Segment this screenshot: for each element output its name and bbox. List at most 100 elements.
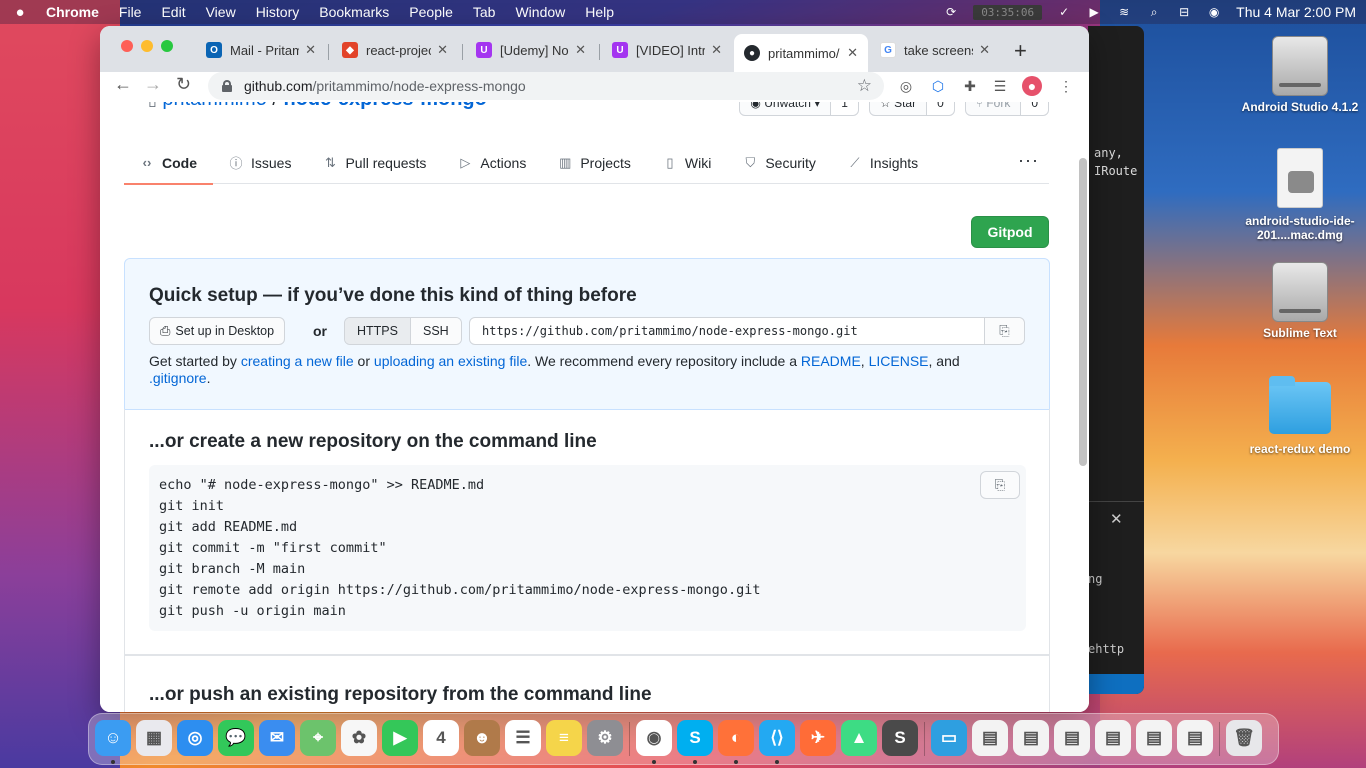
readme-link[interactable]: README [801, 353, 861, 369]
downloads-folder-icon[interactable]: ▭ [931, 720, 967, 756]
system-preferences-icon[interactable]: ⚙ [587, 720, 623, 756]
new-tab-button[interactable]: + [1014, 38, 1027, 64]
vscode-icon[interactable]: ⟨⟩ [759, 720, 795, 756]
page-scrollbar[interactable] [1079, 158, 1087, 466]
play-circle-icon[interactable]: ▶ [1086, 5, 1102, 19]
photos-icon[interactable]: ✿ [341, 720, 377, 756]
close-tab-icon[interactable]: ✕ [305, 42, 316, 58]
tab-pull-requests[interactable]: ⇅ Pull requests [307, 142, 442, 184]
menu-tab[interactable]: Tab [463, 4, 506, 20]
sync-icon[interactable]: ⟳ [943, 5, 959, 19]
close-tab-icon[interactable]: ✕ [847, 45, 858, 61]
browser-menu-icon[interactable]: ⋮ [1056, 76, 1076, 96]
maps-icon[interactable]: ⌖ [300, 720, 336, 756]
android-studio-icon[interactable]: ▲ [841, 720, 877, 756]
reload-icon[interactable]: ↻ [176, 74, 191, 95]
tab-security[interactable]: ⛉ Security [727, 142, 832, 184]
menu-history[interactable]: History [246, 4, 310, 20]
profile-avatar[interactable]: ● [1022, 76, 1042, 96]
menu-help[interactable]: Help [575, 4, 624, 20]
menu-bar-clock[interactable]: Thu 4 Mar 2:00 PM [1236, 4, 1356, 20]
media-queue-icon[interactable]: ☰ [990, 76, 1010, 96]
zoom-window-button[interactable] [161, 40, 173, 52]
unwatch-button[interactable]: ◉ Unwatch ▾ 1 [739, 102, 859, 116]
command-line-code-block[interactable]: echo "# node-express-mongo" >> README.md… [149, 465, 1026, 631]
extension-radar-icon[interactable]: ◎ [896, 76, 916, 96]
minimize-window-button[interactable] [141, 40, 153, 52]
ssh-toggle-button[interactable]: SSH [410, 318, 461, 344]
control-center-icon[interactable]: ⊟ [1176, 5, 1192, 19]
calendar-icon[interactable]: 4 [423, 720, 459, 756]
screenshot-thumb-2-icon[interactable]: ▤ [1013, 720, 1049, 756]
trash-icon[interactable]: 🗑 [1226, 720, 1262, 756]
close-panel-icon[interactable]: ✕ [1110, 510, 1123, 528]
firefox-icon[interactable]: ◐ [718, 720, 754, 756]
menu-bookmarks[interactable]: Bookmarks [309, 4, 399, 20]
tab-insights[interactable]: ⟋ Insights [832, 142, 934, 184]
safari-icon[interactable]: ◎ [177, 720, 213, 756]
command-line-code[interactable]: echo "# node-express-mongo" >> README.md… [159, 477, 760, 619]
clipboard-copy-icon[interactable]: ⎘ [984, 318, 1024, 344]
menu-app-name[interactable]: Chrome [40, 4, 109, 20]
menu-file[interactable]: File [109, 4, 152, 20]
gitpod-button[interactable]: Gitpod [971, 216, 1049, 248]
checkmark-icon[interactable]: ✓ [1056, 5, 1072, 19]
sublime-icon[interactable]: S [882, 720, 918, 756]
repo-name-link[interactable]: node-express-mongo [284, 102, 487, 110]
screenshot-thumb-4-icon[interactable]: ▤ [1095, 720, 1131, 756]
lock-icon[interactable] [222, 80, 232, 92]
close-window-button[interactable] [121, 40, 133, 52]
notes-icon[interactable]: ≡ [546, 720, 582, 756]
screenshot-thumb-5-icon[interactable]: ▤ [1136, 720, 1172, 756]
menu-window[interactable]: Window [505, 4, 575, 20]
desktop-icon-sublime-text[interactable]: Sublime Text [1240, 262, 1360, 340]
tab-code[interactable]: ‹› Code [124, 142, 213, 185]
forward-arrow-icon[interactable]: → [144, 74, 162, 95]
desktop-icon-android-studio[interactable]: Android Studio 4.1.2 [1240, 36, 1360, 114]
screenshot-thumb-6-icon[interactable]: ▤ [1177, 720, 1213, 756]
wifi-icon[interactable]: ≋ [1116, 5, 1132, 19]
tab-wiki[interactable]: ▯ Wiki [647, 142, 727, 184]
spotlight-search-icon[interactable]: ⌕ [1146, 5, 1162, 19]
repo-owner-link[interactable]: pritammimo [162, 102, 266, 110]
fork-button[interactable]: ⑂ Fork 0 [964, 102, 1049, 116]
desktop-icon-android-dmg[interactable]: android-studio-ide-201....mac.dmg [1240, 148, 1360, 242]
tab-actions[interactable]: ▷ Actions [442, 142, 542, 184]
tab-projects[interactable]: ▥ Projects [542, 142, 647, 184]
screenshot-thumb-1-icon[interactable]: ▤ [972, 720, 1008, 756]
contacts-icon[interactable]: ☻ [464, 720, 500, 756]
back-arrow-icon[interactable]: ← [114, 74, 132, 95]
uploading-existing-file-link[interactable]: uploading an existing file [374, 353, 527, 369]
star-button[interactable]: ☆ Star 0 [868, 102, 955, 116]
setup-in-desktop-button[interactable]: ⎙ Set up in Desktop [149, 317, 286, 345]
tab-issues[interactable]: ⓘ Issues [213, 142, 307, 184]
menu-view[interactable]: View [196, 4, 246, 20]
clone-url-text[interactable]: https://github.com/pritammimo/node-expre… [470, 324, 984, 338]
finder-icon[interactable]: ☺ [95, 720, 131, 756]
launchpad-icon[interactable]: ▦ [136, 720, 172, 756]
apple-menu-icon[interactable]: ● [0, 4, 40, 21]
creating-new-file-link[interactable]: creating a new file [241, 353, 354, 369]
extension-cube-icon[interactable]: ⬡ [928, 76, 948, 96]
close-tab-icon[interactable]: ✕ [711, 42, 722, 58]
tab-mail[interactable]: O Mail - Pritam ✕ [196, 36, 326, 64]
chrome-icon[interactable]: ◉ [636, 720, 672, 756]
close-tab-icon[interactable]: ✕ [437, 42, 448, 58]
tab-github-active[interactable]: ● pritammimo/ ✕ [734, 34, 868, 72]
background-editor-window[interactable]: any, IRoute ✕ ng ehttp [1088, 26, 1144, 694]
close-tab-icon[interactable]: ✕ [575, 42, 586, 58]
address-url[interactable]: github.com/pritammimo/node-express-mongo [244, 78, 526, 94]
clipboard-copy-icon[interactable]: ⎘ [980, 471, 1020, 499]
star-count[interactable]: 0 [926, 102, 954, 115]
menu-people[interactable]: People [399, 4, 463, 20]
postman-icon[interactable]: ✈ [800, 720, 836, 756]
siri-icon[interactable]: ◉ [1206, 5, 1222, 19]
mail-icon[interactable]: ✉ [259, 720, 295, 756]
screen-recorder-timer[interactable]: 03:35:06 [973, 4, 1043, 20]
bookmark-star-icon[interactable]: ☆ [857, 76, 872, 96]
watch-count[interactable]: 1 [830, 102, 858, 115]
gitignore-link[interactable]: .gitignore [149, 370, 207, 386]
screenshot-thumb-3-icon[interactable]: ▤ [1054, 720, 1090, 756]
tab-google-search[interactable]: G take screens ✕ [870, 36, 1000, 64]
extensions-puzzle-icon[interactable]: ✚ [960, 76, 980, 96]
